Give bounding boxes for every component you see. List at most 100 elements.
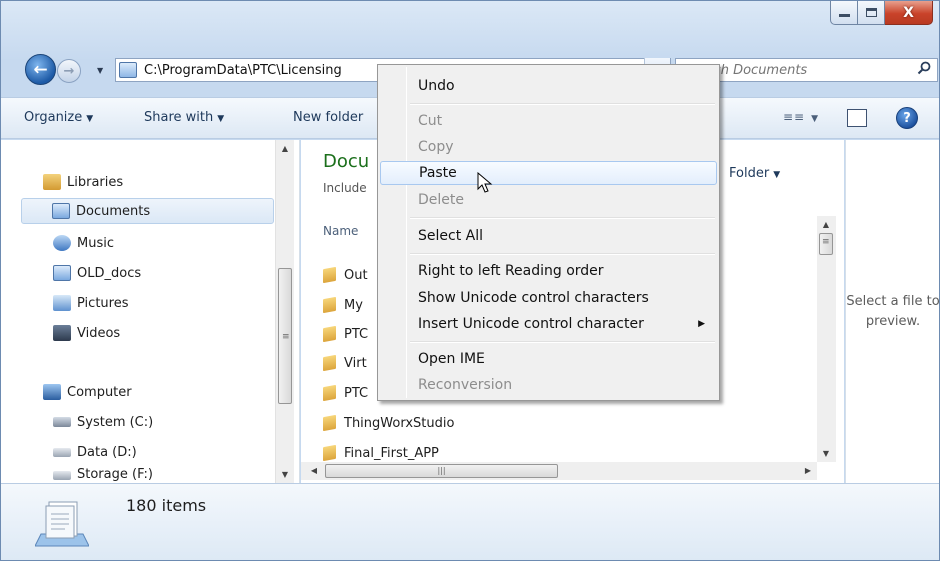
organize-button[interactable]: Organize ▼ [24,110,93,125]
item-count: 180 items [126,496,207,515]
menu-item-select-all[interactable]: Select All [380,224,717,248]
menu-item-show-unicode-control-characters[interactable]: Show Unicode control characters [380,286,717,310]
nav-item-data-d[interactable]: Data (D:) [53,439,137,465]
maximize-icon [865,8,877,17]
file-name: Final_First_APP [344,445,439,461]
arrange-by-dropdown[interactable]: Folder ▼ [729,166,780,181]
arrange-by-value: Folder [729,166,770,181]
file-row[interactable]: My [323,293,363,317]
organize-label: Organize [24,110,83,125]
folder-icon [323,384,336,402]
file-row[interactable]: PTC [323,322,368,346]
preview-pane-toggle[interactable] [847,109,867,127]
menu-item-undo[interactable]: Undo [380,74,717,98]
folder-icon [323,325,336,343]
nav-item-old-docs[interactable]: OLD_docs [53,260,141,286]
documents-icon [52,203,70,219]
folder-icon [323,444,336,462]
file-name: PTC [344,326,369,342]
nav-item-videos[interactable]: Videos [53,320,120,346]
scrollbar-thumb[interactable]: ≡ [278,268,292,404]
scroll-up-arrow-icon[interactable]: ▲ [276,140,294,157]
folder-icon [323,414,336,432]
nav-item-label: System (C:) [77,414,154,430]
videos-icon [53,325,71,341]
recent-pages-dropdown[interactable]: ▼ [97,66,103,75]
scrollbar-thumb[interactable]: ≡ [819,233,833,255]
nav-item-label: Documents [76,203,151,219]
menu-item-open-ime[interactable]: Open IME [380,347,717,371]
maximize-button[interactable] [858,1,885,25]
pictures-icon [53,295,71,311]
back-arrow-icon: ← [33,59,48,80]
documents-icon [53,265,71,281]
file-row[interactable]: Out [323,263,368,287]
file-name: PTC [344,385,369,401]
close-button[interactable]: X [885,1,933,25]
nav-item-pictures[interactable]: Pictures [53,290,128,316]
search-icon[interactable] [917,61,931,75]
menu-item-insert-unicode-control-character[interactable]: Insert Unicode control character ▶ [380,312,717,336]
view-details-icon: ≡≡ [783,110,806,124]
file-row[interactable]: Virt [323,351,367,375]
file-row[interactable]: PTC [323,381,368,405]
nav-item-label: OLD_docs [77,265,142,281]
column-header-name[interactable]: Name [323,224,358,238]
navigation-pane: Libraries Documents Music OLD_docs Pictu… [1,140,300,483]
forward-arrow-icon: → [63,63,75,79]
file-list-scrollbar[interactable]: ▲ ≡ ▼ [817,216,836,462]
nav-item-computer[interactable]: Computer [43,379,132,405]
nav-item-libraries[interactable]: Libraries [43,169,123,195]
scroll-down-arrow-icon[interactable]: ▼ [817,445,835,462]
nav-item-documents[interactable]: Documents [21,198,274,224]
menu-item-rtl-reading-order[interactable]: Right to left Reading order [380,259,717,283]
menu-separator [410,217,715,219]
chevron-down-icon: ▼ [86,114,94,124]
share-with-label: Share with [144,110,214,125]
nav-item-storage-f[interactable]: Storage (F:) [53,467,153,483]
share-with-button[interactable]: Share with ▼ [144,110,224,125]
menu-item-cut[interactable]: Cut [380,109,717,133]
nav-pane-scrollbar[interactable]: ▲ ≡ ▼ [275,140,294,483]
nav-item-label: Storage (F:) [77,467,153,482]
menu-separator [410,341,715,343]
horizontal-scrollbar-thumb[interactable]: ||| [325,464,558,478]
chevron-down-icon: ▼ [217,114,225,124]
menu-separator [410,253,715,255]
new-folder-button[interactable]: New folder [293,110,363,125]
drive-icon [53,471,71,480]
nav-item-label: Music [77,235,114,251]
nav-item-system-c[interactable]: System (C:) [53,409,153,435]
change-view-button[interactable]: ≡≡ ▼ [783,110,819,124]
scroll-left-arrow-icon[interactable]: ◀ [305,462,323,480]
menu-item-paste[interactable]: Paste [380,161,717,185]
nav-item-music[interactable]: Music [53,230,114,256]
scroll-right-arrow-icon[interactable]: ▶ [799,462,817,480]
folder-icon [323,354,336,372]
scroll-down-arrow-icon[interactable]: ▼ [276,466,294,483]
horizontal-scrollbar[interactable]: ◀ ||| ▶ [301,462,817,480]
file-name: Virt [344,355,367,371]
libraries-icon [43,174,61,190]
scroll-up-arrow-icon[interactable]: ▲ [817,216,835,233]
menu-item-delete[interactable]: Delete [380,188,717,212]
context-menu: Undo Cut Copy Paste Delete Select All Ri… [377,64,720,401]
preview-pane: Select a file to preview. [845,140,940,483]
details-pane: 180 items [1,483,939,560]
back-button[interactable]: ← [25,54,56,85]
drive-icon [53,417,71,427]
library-includes-text: Include [323,181,367,195]
file-row[interactable]: ThingWorxStudio [323,411,454,435]
menu-separator [410,103,715,105]
minimize-icon [838,14,850,17]
nav-item-label: Videos [77,325,121,341]
minimize-button[interactable] [830,1,858,25]
menu-item-copy[interactable]: Copy [380,135,717,159]
nav-item-label: Data (D:) [77,444,137,460]
help-button[interactable]: ? [896,107,918,129]
library-title: Docu [323,151,370,172]
forward-button[interactable]: → [57,59,81,83]
menu-item-reconversion[interactable]: Reconversion [380,373,717,397]
address-path[interactable]: C:\ProgramData\PTC\Licensing [144,63,342,78]
help-icon: ? [903,110,911,126]
